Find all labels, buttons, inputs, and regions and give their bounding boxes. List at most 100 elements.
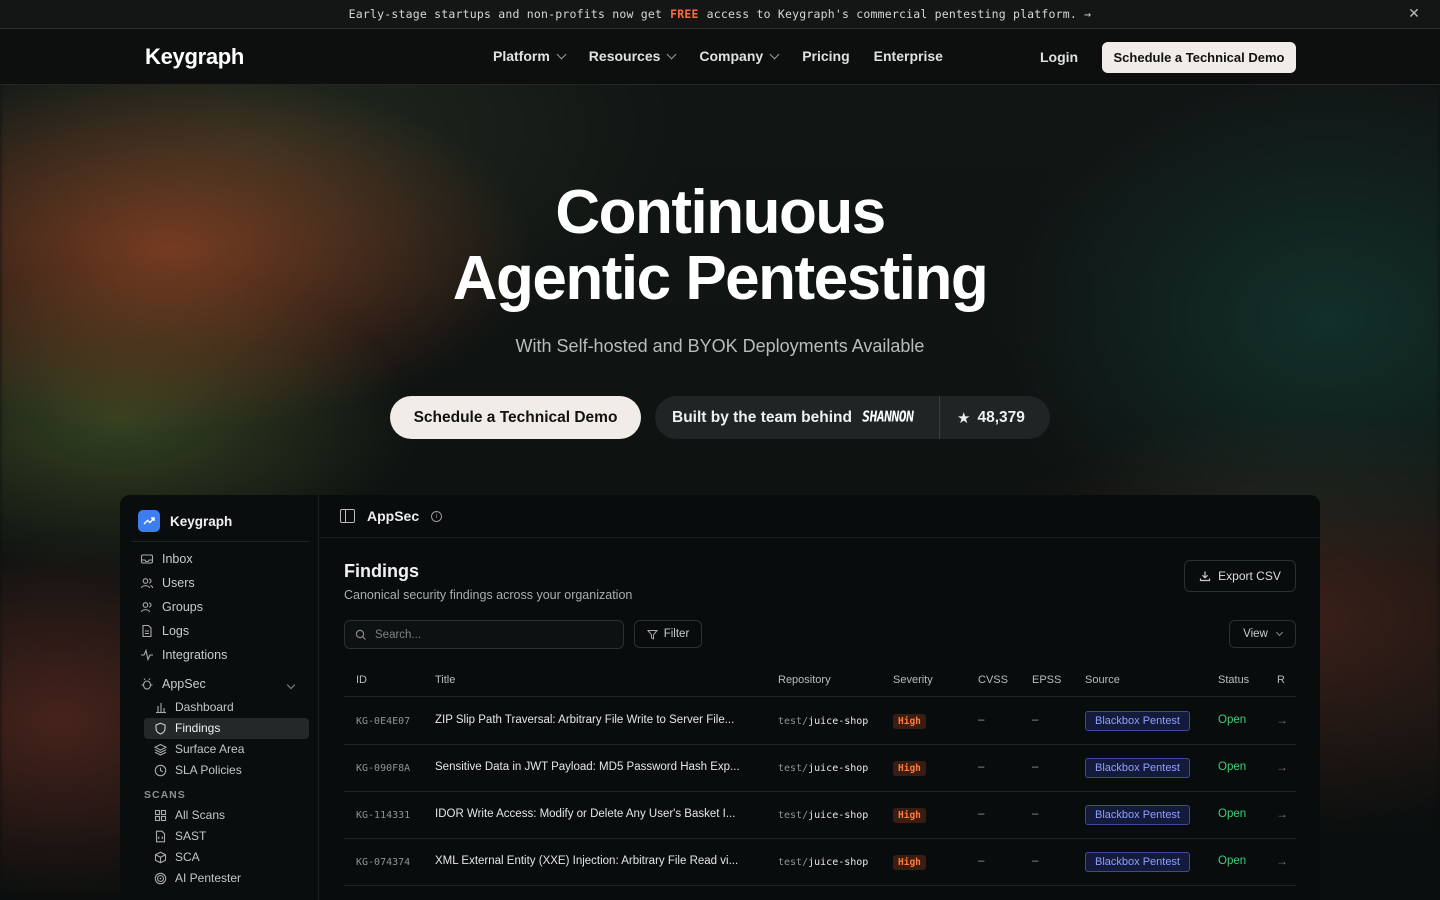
- status-value: Open: [1218, 714, 1247, 726]
- login-link[interactable]: Login: [1040, 49, 1078, 65]
- nav-item-company[interactable]: Company: [699, 48, 780, 64]
- sidebar-item-label: Integrations: [162, 648, 228, 662]
- bug-icon: [141, 678, 153, 690]
- chevron-down-icon: [769, 49, 780, 59]
- repo-prefix: test/: [778, 716, 809, 727]
- export-csv-button[interactable]: Export CSV: [1184, 560, 1296, 592]
- nav-item-platform[interactable]: Platform: [493, 48, 567, 64]
- built-by-label: Built by the team behind: [672, 408, 852, 426]
- sidebar-item-label: Surface Area: [175, 742, 245, 756]
- app-preview: Keygraph Inbox Users Groups Logs Integra…: [120, 495, 1320, 900]
- filter-button[interactable]: Filter: [634, 620, 702, 648]
- schedule-demo-button[interactable]: Schedule a Technical Demo: [1102, 42, 1296, 73]
- severity-badge: High: [893, 855, 926, 870]
- epss-value: –: [1032, 855, 1039, 867]
- scans-heading: SCANS: [144, 789, 186, 801]
- search-field[interactable]: [344, 620, 624, 649]
- severity-badge: High: [893, 714, 926, 729]
- sidebar-item-findings[interactable]: Findings: [154, 721, 220, 735]
- package-icon: [154, 851, 167, 863]
- sidebar-item-sca[interactable]: SCA: [154, 850, 200, 864]
- column-header[interactable]: Repository: [778, 674, 831, 686]
- finding-title: IDOR Write Access: Modify or Delete Any …: [435, 808, 736, 820]
- sidebar-item-all-scans[interactable]: All Scans: [154, 808, 225, 822]
- file-text-icon: [142, 624, 152, 638]
- hero-schedule-demo-button[interactable]: Schedule a Technical Demo: [390, 396, 641, 439]
- sidebar-item-integrations[interactable]: Integrations: [140, 648, 227, 662]
- sidebar-item-users[interactable]: Users: [140, 576, 195, 590]
- sidebar-item-label: All Scans: [175, 808, 226, 822]
- table-row[interactable]: KG-0E4E07 ZIP Slip Path Traversal: Arbit…: [344, 698, 1296, 745]
- close-icon[interactable]: ✕: [1408, 6, 1420, 22]
- grid-icon: [154, 809, 167, 821]
- announcement-text: Early-stage startups and non-profits now…: [348, 7, 663, 21]
- star-count: 48,379: [977, 408, 1025, 426]
- table-header: ID Title Repository Severity CVSS EPSS S…: [344, 665, 1296, 697]
- layers-icon: [154, 743, 167, 756]
- announcement-link[interactable]: access to Keygraph's commercial pentesti…: [707, 7, 1092, 21]
- arrow-right-icon[interactable]: →: [1276, 760, 1288, 774]
- page-subtitle: Canonical security findings across your …: [344, 588, 633, 602]
- sidebar-item-groups[interactable]: Groups: [140, 600, 203, 614]
- column-header[interactable]: Severity: [893, 674, 933, 686]
- status-value: Open: [1218, 855, 1247, 867]
- table-row[interactable]: KG-114331 IDOR Write Access: Modify or D…: [344, 792, 1296, 839]
- search-input[interactable]: [375, 628, 605, 641]
- chevron-down-icon: [1275, 628, 1283, 636]
- sidebar-item-label: Inbox: [162, 552, 193, 566]
- source-badge: Blackbox Pentest: [1085, 805, 1190, 825]
- severity-badge: High: [893, 808, 926, 823]
- sidebar-toggle-icon[interactable]: [340, 509, 355, 523]
- cvss-value: –: [978, 761, 985, 773]
- sidebar-item-label: Users: [162, 576, 195, 590]
- column-header[interactable]: Source: [1085, 674, 1120, 686]
- nav-item-label: Platform: [493, 48, 550, 64]
- logo[interactable]: Keygraph: [145, 44, 244, 70]
- sidebar-item-ai-pentester[interactable]: AI Pentester: [154, 871, 241, 885]
- sidebar-item-sast[interactable]: SAST: [154, 829, 206, 843]
- column-header[interactable]: CVSS: [978, 674, 1008, 686]
- epss-value: –: [1032, 714, 1039, 726]
- finding-id: KG-114331: [356, 810, 411, 821]
- sidebar-item-logs[interactable]: Logs: [140, 624, 189, 638]
- github-badge[interactable]: Built by the team behind SHANNON ★ 48,37…: [655, 396, 1050, 439]
- source-badge: Blackbox Pentest: [1085, 758, 1190, 778]
- table-row[interactable]: KG-090F8A Sensitive Data in JWT Payload:…: [344, 745, 1296, 792]
- sidebar-item-appsec[interactable]: AppSec: [140, 677, 206, 691]
- arrow-right-icon[interactable]: →: [1276, 713, 1288, 727]
- nav-item-enterprise[interactable]: Enterprise: [874, 48, 943, 64]
- arrow-right-icon[interactable]: →: [1276, 854, 1288, 868]
- chevron-down-icon[interactable]: [286, 680, 296, 690]
- file-code-icon: [155, 830, 166, 842]
- table-row[interactable]: KG-074374 XML External Entity (XXE) Inje…: [344, 839, 1296, 886]
- column-header[interactable]: ID: [356, 674, 367, 686]
- sidebar-item-inbox[interactable]: Inbox: [140, 552, 193, 566]
- arrow-right-icon[interactable]: →: [1276, 807, 1288, 821]
- nav-item-pricing[interactable]: Pricing: [802, 48, 849, 64]
- github-stars: ★ 48,379: [940, 409, 1025, 427]
- search-icon: [355, 629, 366, 640]
- column-header[interactable]: Title: [435, 674, 455, 686]
- sidebar-item-label: SAST: [175, 829, 207, 843]
- download-icon: [1200, 571, 1211, 582]
- announcement-bar[interactable]: Early-stage startups and non-profits now…: [0, 0, 1440, 29]
- nav-item-resources[interactable]: Resources: [588, 48, 677, 64]
- sidebar-item-sla-policies[interactable]: SLA Policies: [154, 763, 242, 777]
- sidebar-item-surface-area[interactable]: Surface Area: [154, 742, 244, 756]
- hero-title-line2: Agentic Pentesting: [452, 244, 989, 313]
- info-icon[interactable]: i: [431, 510, 443, 522]
- star-icon: ★: [957, 409, 971, 427]
- sidebar-brand[interactable]: Keygraph: [138, 510, 232, 532]
- column-header[interactable]: Status: [1218, 674, 1249, 686]
- trend-up-icon: [138, 510, 160, 532]
- sidebar-item-dashboard[interactable]: Dashboard: [154, 700, 234, 714]
- severity-badge: High: [893, 761, 926, 776]
- sidebar-item-label: SLA Policies: [175, 763, 242, 777]
- repo-name: juice-shop: [808, 763, 869, 774]
- sidebar-item-label: Dashboard: [175, 700, 234, 714]
- column-header[interactable]: R: [1277, 674, 1285, 686]
- nav-item-label: Resources: [588, 48, 661, 64]
- column-header[interactable]: EPSS: [1032, 674, 1061, 686]
- bar-chart-icon: [156, 702, 166, 713]
- view-dropdown[interactable]: View: [1229, 620, 1296, 648]
